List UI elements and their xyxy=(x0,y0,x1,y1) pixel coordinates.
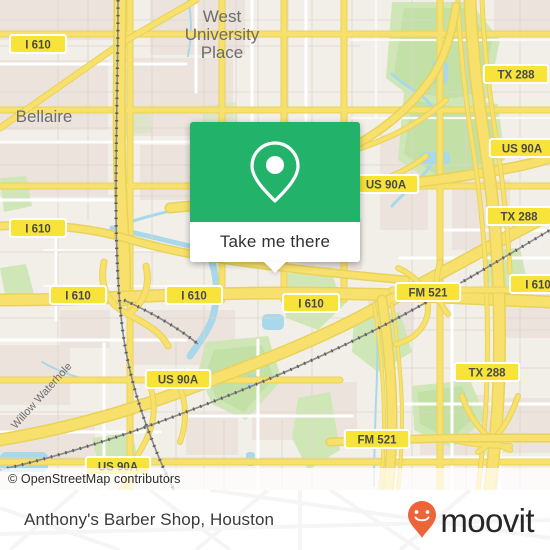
place-name-text: Anthony's Barber Shop, Houston xyxy=(24,510,275,529)
road-shield-label: TX 288 xyxy=(497,70,535,82)
osm-attribution-text: © OpenStreetMap contributors xyxy=(8,472,181,486)
popup-tail xyxy=(264,262,286,273)
road-shield-label: FM 521 xyxy=(409,288,449,300)
moovit-pin-icon xyxy=(408,501,437,538)
road-shield: US 90A xyxy=(488,138,550,158)
popup-action[interactable]: Take me there xyxy=(190,222,360,262)
road-shield-label: I 610 xyxy=(298,299,324,311)
map-screenshot: .bg { fill:#f2efe9; } .res { fill:#ece3d… xyxy=(0,0,550,550)
road-shield: I 610 xyxy=(9,34,67,54)
road-shield: TX 288 xyxy=(482,64,550,84)
take-me-there-label: Take me there xyxy=(219,232,331,251)
road-shield-label: US 90A xyxy=(502,144,542,156)
road-shield: TX 288 xyxy=(485,206,550,226)
location-pin-icon xyxy=(250,141,300,203)
road-shield-label: I 610 xyxy=(65,291,91,303)
road-shield: FM 521 xyxy=(343,429,411,449)
road-shield-label: I 610 xyxy=(25,224,51,236)
road-shield-label: TX 288 xyxy=(500,212,538,224)
place-name: Anthony's Barber Shop, Houston xyxy=(24,490,274,550)
road-shield: TX 288 xyxy=(453,362,521,382)
road-shield-label: I 610 xyxy=(181,291,207,303)
osm-attribution: © OpenStreetMap contributors xyxy=(0,468,550,490)
road-shield: I 610 xyxy=(509,274,550,294)
road-shield-label: I 610 xyxy=(525,280,550,292)
road-shield-label: I 610 xyxy=(25,40,51,52)
popup-header xyxy=(190,122,360,222)
road-shield-label: US 90A xyxy=(158,375,198,387)
road-shield: I 610 xyxy=(282,293,340,313)
road-shield: I 610 xyxy=(9,218,67,238)
moovit-logo[interactable]: moovit xyxy=(407,490,535,550)
svg-text:West: West xyxy=(203,7,242,26)
svg-text:University: University xyxy=(185,25,260,44)
road-shield-label: FM 521 xyxy=(358,435,398,447)
road-shield-label: US 90A xyxy=(366,180,406,192)
road-shield: US 90A xyxy=(352,174,420,194)
footer-bar: Anthony's Barber Shop, Houston moovit xyxy=(0,490,550,550)
road-shield-label: TX 288 xyxy=(468,368,506,380)
road-shield: US 90A xyxy=(144,369,212,389)
svg-text:Place: Place xyxy=(201,43,244,62)
place-popup-card[interactable]: Take me there xyxy=(190,122,360,273)
moovit-wordmark: moovit xyxy=(440,501,534,539)
road-shield: FM 521 xyxy=(394,282,462,302)
svg-text:Bellaire: Bellaire xyxy=(16,107,73,126)
road-shield: I 610 xyxy=(165,285,223,305)
road-shield: I 610 xyxy=(49,285,107,305)
